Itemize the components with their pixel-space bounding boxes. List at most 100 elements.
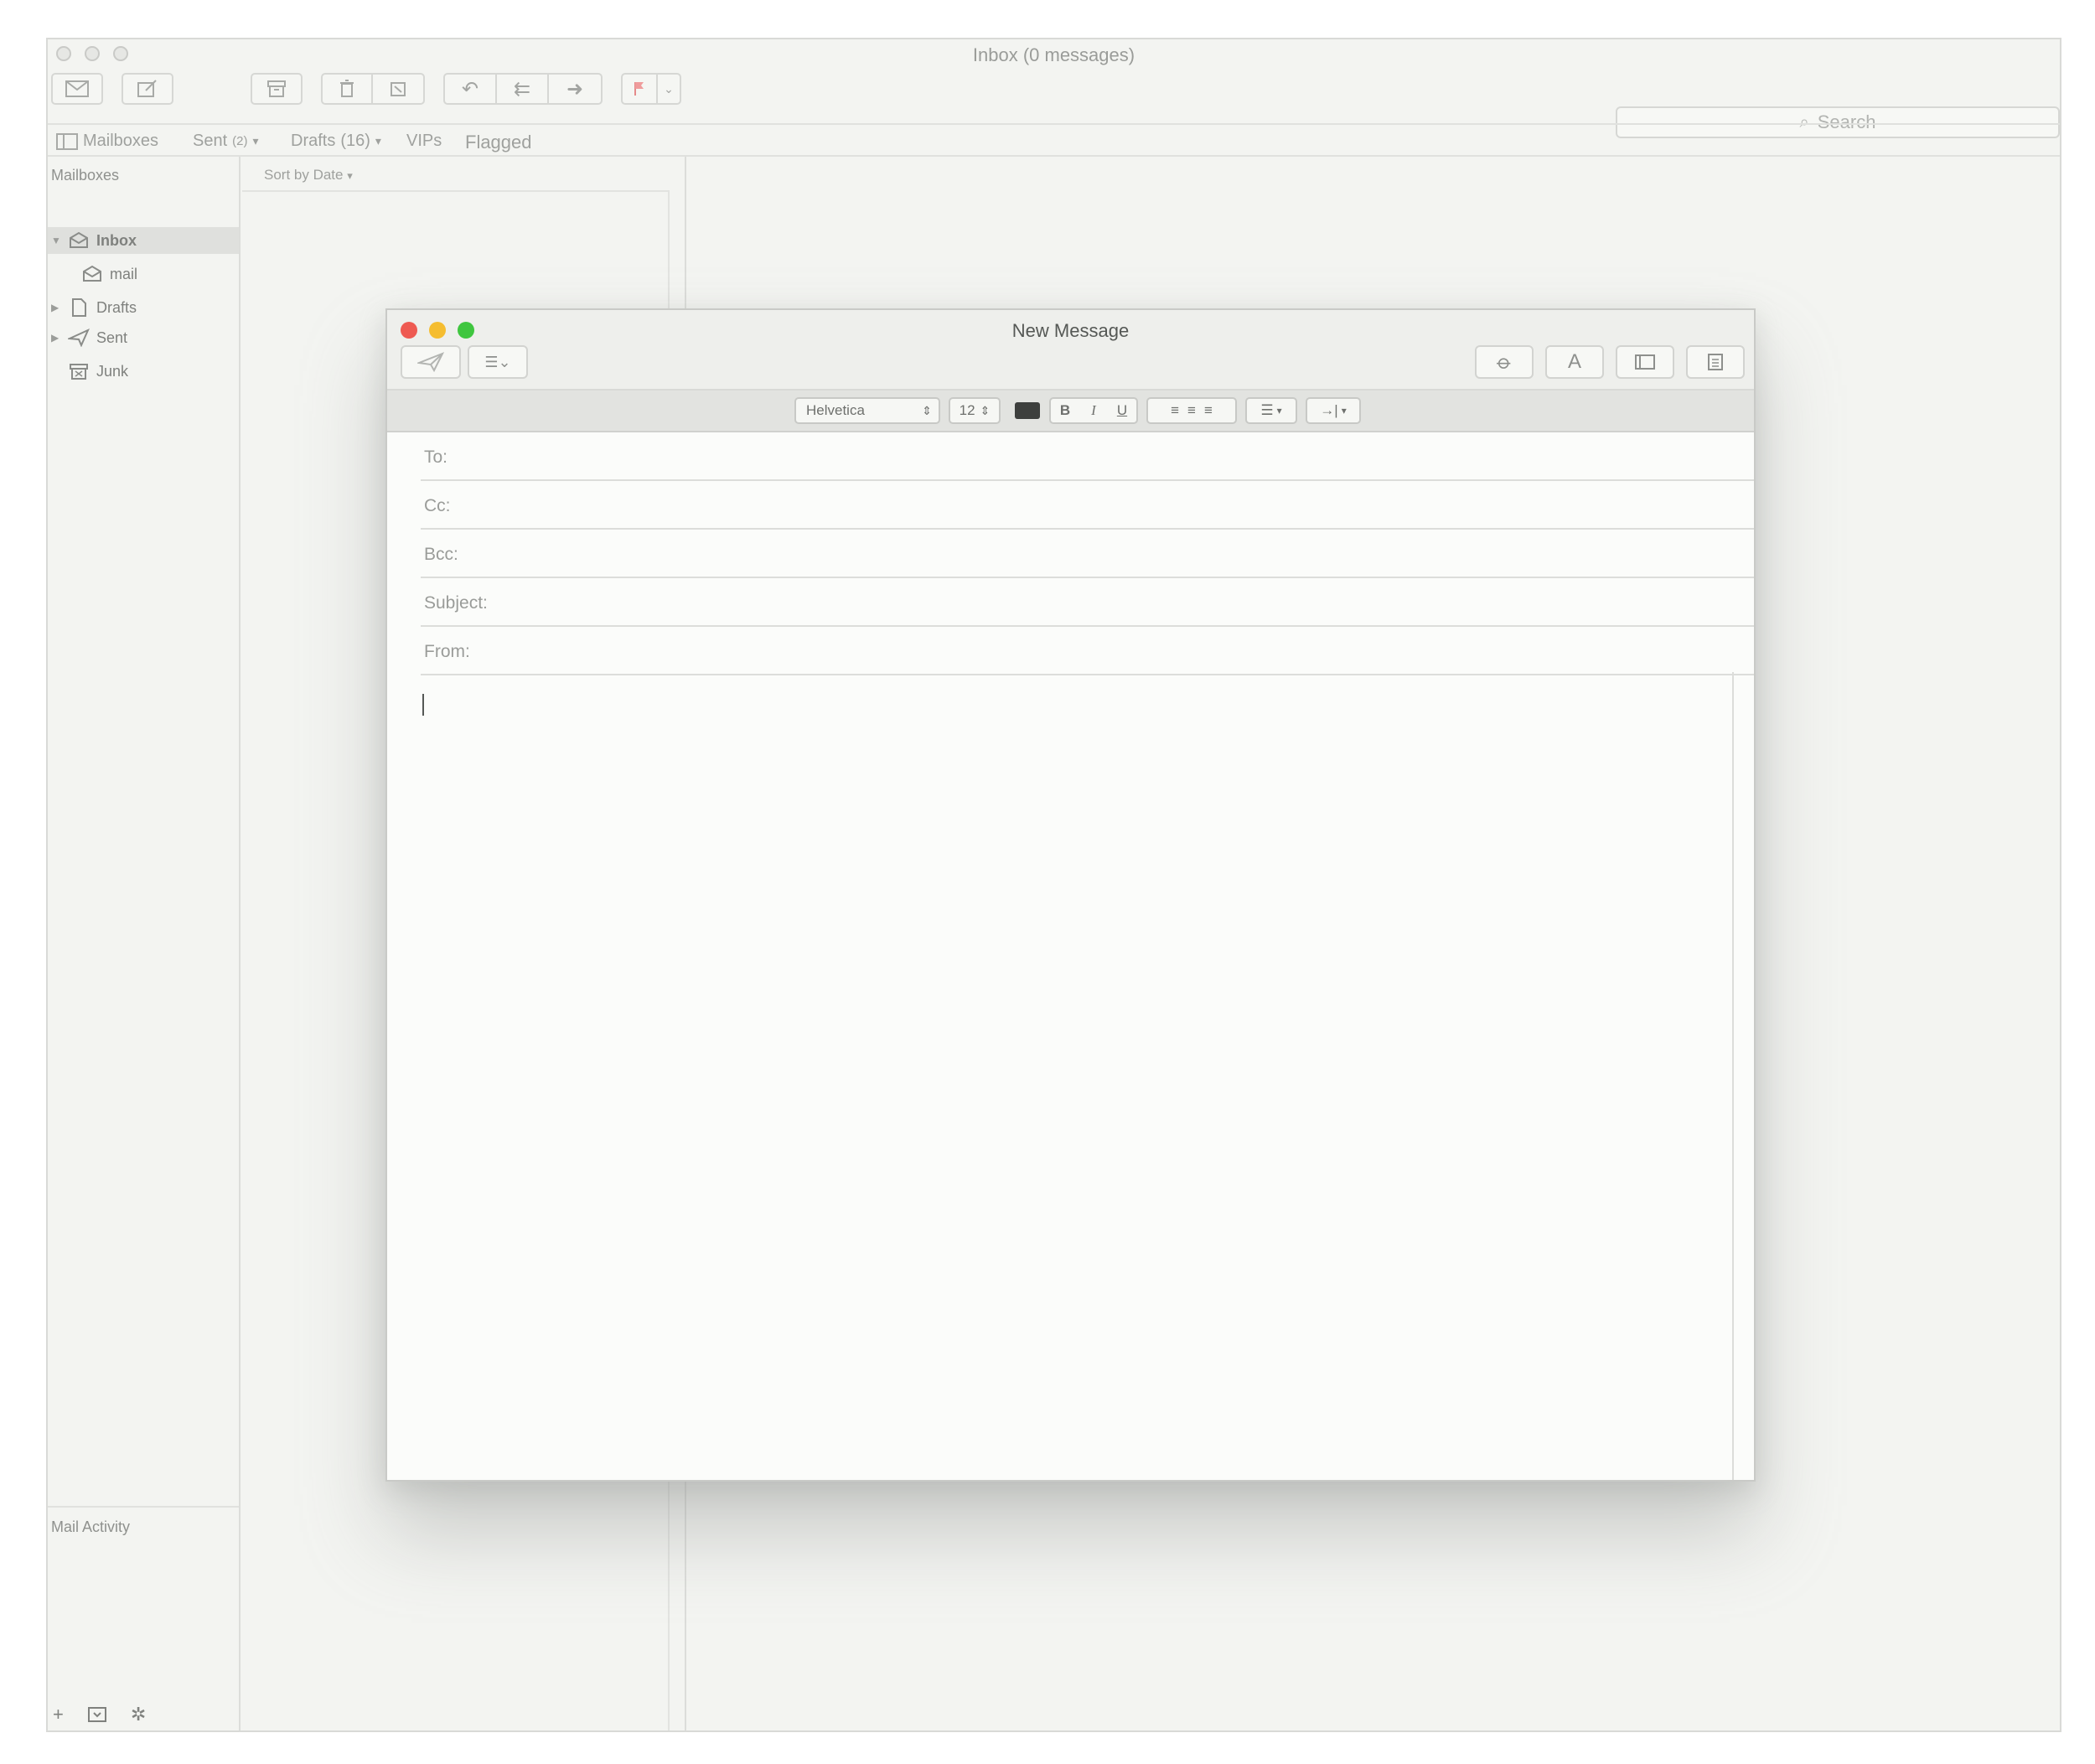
cc-row: Cc: <box>421 481 1754 530</box>
compose-title: New Message <box>1011 320 1130 341</box>
reply-all-button[interactable]: ⇇ <box>497 75 549 103</box>
archive-button[interactable] <box>251 73 303 105</box>
compose-icon <box>137 80 157 97</box>
delete-icon <box>340 80 354 97</box>
sidebar-item-mail[interactable]: mail <box>81 261 137 287</box>
reply-icon: ↶ <box>461 77 479 101</box>
send-icon <box>417 352 444 372</box>
font-size-select[interactable]: 12 ⇕ <box>949 397 1001 424</box>
mailboxes-toggle[interactable]: Mailboxes <box>56 132 158 151</box>
style-group: B I U <box>1049 397 1138 424</box>
template-icon <box>1708 354 1723 370</box>
format-toggle-button[interactable]: A <box>1545 345 1604 379</box>
forward-button[interactable]: ➜ <box>549 75 601 103</box>
compose-button[interactable] <box>122 73 173 105</box>
bcc-row: Bcc: <box>421 530 1754 578</box>
gear-icon[interactable]: ✲ <box>131 1704 146 1725</box>
bullet-list-icon: ☰ <box>1260 402 1274 418</box>
sidebar-item-sent[interactable]: ▶ Sent <box>51 324 127 351</box>
reply-button[interactable]: ↶ <box>445 75 497 103</box>
disclosure-closed-icon: ▶ <box>51 332 59 344</box>
compose-window: New Message ☰⌄ ⌀ A Helvetica ⇕ 12 ⇕ B I … <box>385 308 1756 1482</box>
stepper-icon: ⇕ <box>922 403 932 417</box>
window-title: Inbox (0 messages) <box>972 44 1135 65</box>
sidebar-footer: + ✲ <box>53 1704 146 1725</box>
add-mailbox-icon[interactable]: + <box>53 1704 64 1725</box>
align-left-icon[interactable]: ≡ <box>1171 402 1179 419</box>
text-color-button[interactable] <box>1009 397 1046 424</box>
get-mail-icon <box>65 80 89 97</box>
indent-button[interactable]: →| ▾ <box>1306 397 1361 424</box>
sidebar-item-junk[interactable]: Junk <box>68 358 128 385</box>
delete-button[interactable] <box>323 75 373 103</box>
to-field[interactable] <box>513 442 1737 471</box>
attach-button[interactable]: ⌀ <box>1475 345 1534 379</box>
format-bar: Helvetica ⇕ 12 ⇕ B I U ≡ ≡ ≡ ☰ ▾ →| ▾ <box>387 391 1754 432</box>
junk-button[interactable] <box>373 75 423 103</box>
italic-button[interactable]: I <box>1079 402 1108 419</box>
sidebar-item-inbox[interactable]: ▼ Inbox <box>48 227 239 254</box>
activity-divider <box>48 1506 239 1508</box>
mail-activity-label: Mail Activity <box>51 1518 131 1535</box>
drafts-icon <box>72 298 86 317</box>
subject-label: Subject: <box>424 593 488 613</box>
underline-button[interactable]: U <box>1108 402 1136 419</box>
get-mail-button[interactable] <box>51 73 103 105</box>
align-right-icon[interactable]: ≡ <box>1204 402 1213 419</box>
sidebar-header: Mailboxes <box>51 167 120 184</box>
subject-field[interactable] <box>513 588 1737 617</box>
flag-group: ⌄ <box>621 73 681 105</box>
bold-button[interactable]: B <box>1051 402 1079 419</box>
indent-icon: →| <box>1320 402 1338 418</box>
favorite-vips[interactable]: VIPs <box>406 132 442 151</box>
header-fields-button[interactable]: ☰⌄ <box>468 345 528 379</box>
flag-menu-button[interactable]: ⌄ <box>658 75 680 103</box>
favorite-drafts[interactable]: Drafts (16) ▾ <box>291 132 381 151</box>
inbox-icon <box>70 231 88 248</box>
sidebar-item-drafts[interactable]: ▶ Drafts <box>51 294 137 321</box>
chevron-down-icon: ▾ <box>252 134 259 147</box>
list-style-button[interactable]: ☰ ▾ <box>1245 397 1297 424</box>
reply-group: ↶ ⇇ ➜ <box>443 73 603 105</box>
cc-label: Cc: <box>424 496 451 515</box>
list-options-icon: ☰⌄ <box>484 353 511 370</box>
chevron-down-icon: ⌄ <box>664 81 674 96</box>
forward-icon: ➜ <box>566 77 584 101</box>
junk-icon <box>391 82 406 96</box>
font-family-select[interactable]: Helvetica ⇕ <box>794 397 940 424</box>
send-button[interactable] <box>401 345 461 379</box>
cc-field[interactable] <box>513 491 1737 520</box>
chevron-down-icon: ▾ <box>1341 405 1347 416</box>
flag-icon <box>634 82 644 96</box>
delete-junk-group <box>321 73 425 105</box>
mailbox-icon <box>83 265 101 282</box>
from-field[interactable] <box>513 637 1737 665</box>
title-bar: Inbox (0 messages) <box>48 39 2060 73</box>
browser-button[interactable] <box>1616 345 1674 379</box>
template-button[interactable] <box>1686 345 1745 379</box>
align-center-icon[interactable]: ≡ <box>1187 402 1196 419</box>
flag-button[interactable] <box>623 75 658 103</box>
toolbar: ↶ ⇇ ➜ ⌄ ⌕ Search <box>48 73 2060 138</box>
from-row: From: <box>421 627 1754 675</box>
bcc-field[interactable] <box>513 540 1737 568</box>
mailbox-action-icon[interactable] <box>87 1706 107 1723</box>
bcc-label: Bcc: <box>424 545 458 564</box>
mailbox-sidebar: Mailboxes ▼ Inbox mail ▶ Drafts ▶ Sent J… <box>48 157 241 1730</box>
archive-icon <box>267 80 286 97</box>
to-label: To: <box>424 447 448 467</box>
text-color-swatch <box>1015 402 1040 419</box>
chevron-down-icon: ▾ <box>375 134 381 147</box>
disclosure-open-icon: ▼ <box>51 235 61 246</box>
to-row: To: <box>421 432 1754 481</box>
sidebar-icon <box>56 132 78 150</box>
favorite-flagged[interactable]: Flagged <box>465 132 532 153</box>
message-body[interactable] <box>387 672 1734 1480</box>
subject-row: Subject: <box>421 578 1754 627</box>
sort-by-menu[interactable]: Sort by Date ▾ <box>264 167 353 184</box>
from-label: From: <box>424 642 470 661</box>
compose-title-bar: New Message ☰⌄ ⌀ A <box>387 310 1754 391</box>
paperclip-icon: ⌀ <box>1492 349 1517 375</box>
favorite-sent[interactable]: Sent (2) ▾ <box>193 132 259 151</box>
text-caret <box>422 694 424 716</box>
